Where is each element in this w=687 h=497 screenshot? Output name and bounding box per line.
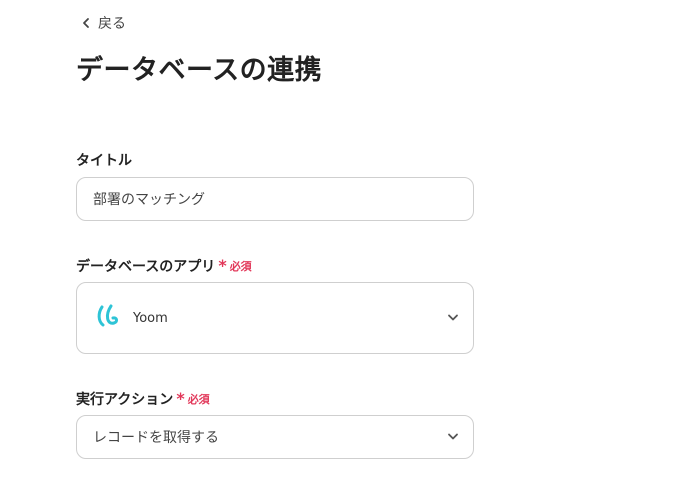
required-indicator: * 必須 [176, 391, 209, 407]
asterisk-icon: * [218, 256, 227, 275]
asterisk-icon: * [176, 389, 185, 408]
title-input-wrapper [76, 177, 474, 221]
required-text: 必須 [229, 260, 252, 273]
yoom-logo-icon [77, 301, 123, 335]
title-input[interactable] [77, 191, 473, 207]
title-label-text: タイトル [76, 153, 132, 169]
title-field-label: タイトル [76, 150, 132, 170]
app-selected-value: Yoom [133, 310, 168, 326]
page-title: データベースの連携 [76, 55, 323, 86]
action-selected-value: レコードを取得する [93, 430, 219, 446]
chevron-left-icon [80, 17, 92, 29]
required-text: 必須 [187, 393, 210, 406]
action-label-text: 実行アクション [76, 392, 174, 408]
back-link[interactable]: 戻る [80, 12, 126, 34]
chevron-down-icon [447, 309, 459, 328]
app-select[interactable]: Yoom [76, 282, 474, 354]
required-indicator: * 必須 [218, 258, 251, 274]
back-label: 戻る [98, 16, 126, 32]
action-select[interactable]: レコードを取得する [76, 415, 474, 459]
app-label-text: データベースのアプリ [76, 259, 216, 275]
app-field-label: データベースのアプリ * 必須 [76, 256, 252, 276]
chevron-down-icon [447, 428, 459, 447]
action-field-label: 実行アクション * 必須 [76, 389, 210, 409]
